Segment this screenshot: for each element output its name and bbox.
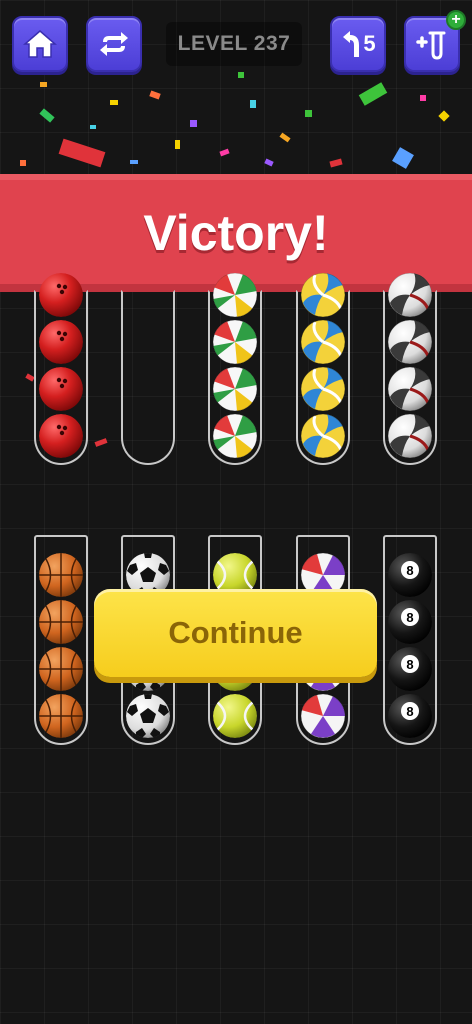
continue-button[interactable]: Continue (94, 589, 377, 677)
volleyball-ball (301, 367, 345, 411)
restart-icon (100, 32, 128, 56)
bowling-ball (39, 273, 83, 317)
basketball-ball (39, 553, 83, 597)
white-volleyball-ball (388, 414, 432, 458)
restart-button[interactable] (86, 16, 142, 72)
bowling-ball (39, 367, 83, 411)
eight-ball-ball: 8 (388, 553, 432, 597)
undo-button[interactable]: 5 (330, 16, 386, 72)
eight-ball-ball: 8 (388, 694, 432, 738)
eight-ball-ball: 8 (388, 600, 432, 644)
add-tube-icon (416, 31, 446, 60)
bowling-ball (39, 414, 83, 458)
continue-label: Continue (168, 615, 303, 650)
beach-ball (213, 414, 257, 458)
add-tube-button[interactable]: + (404, 10, 466, 72)
undo-count: 5 (363, 31, 376, 56)
white-volleyball-ball (388, 320, 432, 364)
white-volleyball-ball (388, 273, 432, 317)
volleyball-ball (301, 320, 345, 364)
home-icon (23, 30, 57, 58)
svg-text:8: 8 (406, 704, 413, 719)
bowling-ball (39, 320, 83, 364)
plus-badge: + (446, 10, 466, 30)
tube-2[interactable] (121, 290, 175, 465)
volleyball-ball (301, 414, 345, 458)
beach-purple-ball (301, 694, 345, 738)
tennis-ball (213, 694, 257, 738)
beach-ball (213, 320, 257, 364)
eight-ball-ball: 8 (388, 647, 432, 691)
victory-text: Victory! (143, 205, 329, 261)
soccer-ball (126, 694, 170, 738)
undo-icon (343, 31, 360, 57)
basketball-ball (39, 647, 83, 691)
svg-text:8: 8 (406, 657, 413, 672)
basketball-ball (39, 600, 83, 644)
beach-ball (213, 273, 257, 317)
level-label: LEVEL 237 (166, 22, 302, 66)
beach-ball (213, 367, 257, 411)
svg-text:8: 8 (406, 610, 413, 625)
svg-text:8: 8 (406, 563, 413, 578)
basketball-ball (39, 694, 83, 738)
white-volleyball-ball (388, 367, 432, 411)
home-button[interactable] (12, 16, 68, 72)
volleyball-ball (301, 273, 345, 317)
